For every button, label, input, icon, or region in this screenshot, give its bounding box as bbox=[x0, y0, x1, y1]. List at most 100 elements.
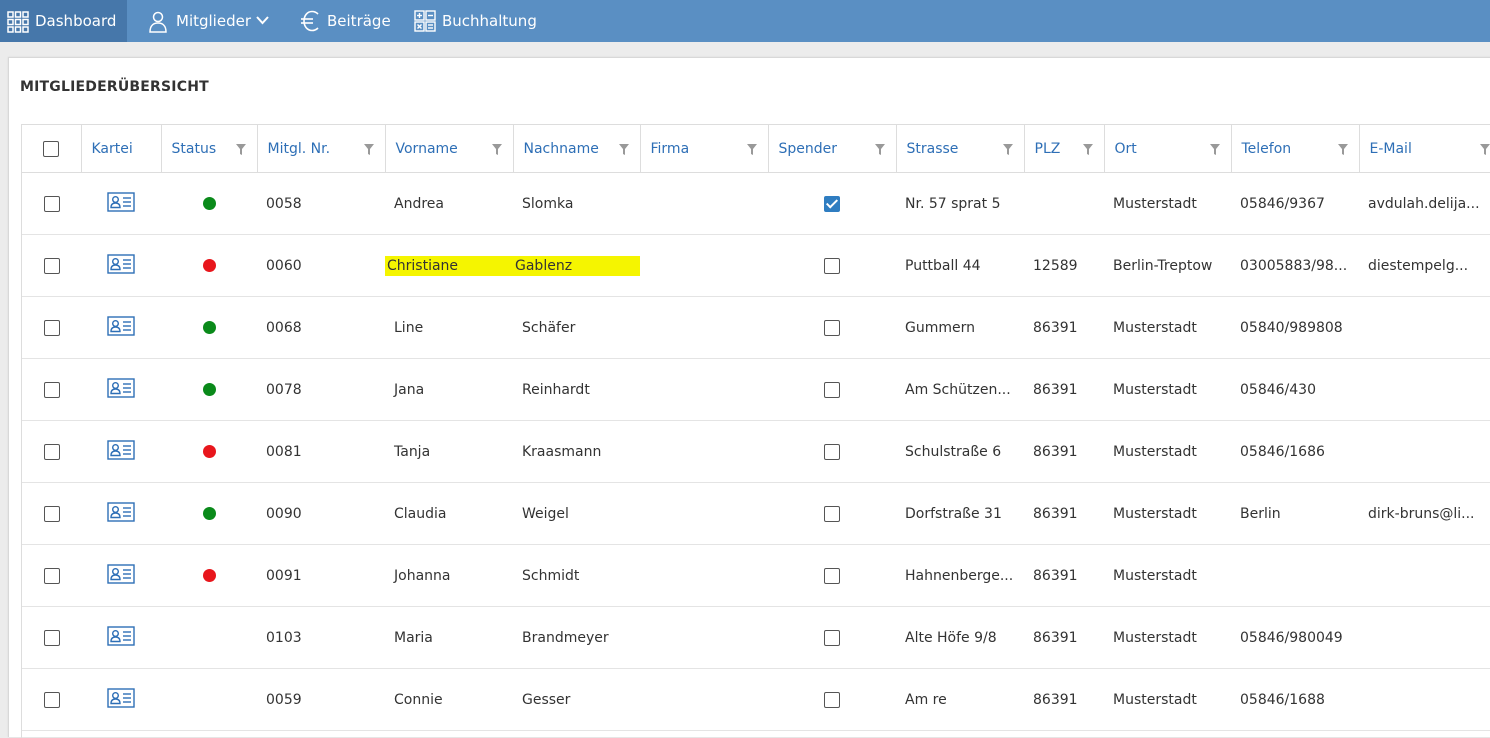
strasse-cell: Schulstraße 6 bbox=[896, 420, 1024, 483]
header-vorname[interactable]: Vorname bbox=[385, 125, 514, 173]
filter-icon[interactable] bbox=[874, 143, 885, 155]
plz-cell: 86391 bbox=[1024, 420, 1104, 483]
status-indicator bbox=[202, 321, 216, 334]
member-card-icon[interactable] bbox=[107, 191, 135, 216]
spender-checkbox[interactable] bbox=[824, 691, 840, 708]
firma-cell bbox=[640, 296, 768, 359]
nr-value: 0081 bbox=[266, 443, 302, 460]
status-cell bbox=[161, 234, 257, 297]
header-email[interactable]: E-Mail bbox=[1359, 125, 1490, 173]
header-spender[interactable]: Spender bbox=[768, 125, 897, 173]
row-select-checkbox[interactable] bbox=[43, 381, 60, 398]
spender-checkbox[interactable] bbox=[824, 195, 840, 212]
vorname-value: Maria bbox=[394, 629, 433, 646]
table-row[interactable]: 0060 Christiane Gablenz Puttball 44 1258… bbox=[22, 234, 1490, 297]
nav-buchhaltung[interactable]: Buchhaltung bbox=[405, 0, 545, 42]
member-card-icon[interactable] bbox=[107, 501, 135, 526]
row-select-checkbox[interactable] bbox=[43, 505, 60, 522]
spender-checkbox[interactable] bbox=[824, 505, 840, 522]
row-select-checkbox[interactable] bbox=[43, 319, 60, 336]
table-row[interactable]: 0091 Johanna Schmidt Hahnenberge... 8639… bbox=[22, 544, 1490, 607]
vorname-cell: Maria bbox=[385, 606, 513, 669]
member-card-icon[interactable] bbox=[107, 563, 135, 588]
filter-icon[interactable] bbox=[1082, 143, 1093, 155]
header-nachname[interactable]: Nachname bbox=[513, 125, 641, 173]
grid-icon bbox=[7, 11, 29, 33]
table-header-row: Kartei Status Mitgl. Nr. Vorname Nachnam… bbox=[22, 125, 1490, 173]
spender-checkbox[interactable] bbox=[824, 629, 840, 646]
spender-cell bbox=[768, 420, 896, 483]
table-body: 0058 Andrea Slomka Nr. 57 sprat 5 Muster… bbox=[22, 172, 1490, 731]
row-select-checkbox[interactable] bbox=[43, 257, 60, 274]
firma-cell bbox=[640, 358, 768, 421]
strasse-cell: Dorfstraße 31 bbox=[896, 482, 1024, 545]
row-select-checkbox[interactable] bbox=[43, 195, 60, 212]
table-row[interactable]: 0068 Line Schäfer Gummern 86391 Musterst… bbox=[22, 296, 1490, 359]
spender-checkbox[interactable] bbox=[824, 443, 840, 460]
spender-checkbox[interactable] bbox=[824, 319, 840, 336]
spender-checkbox[interactable] bbox=[824, 257, 840, 274]
table-row[interactable]: 0058 Andrea Slomka Nr. 57 sprat 5 Muster… bbox=[22, 172, 1490, 235]
filter-icon[interactable] bbox=[746, 143, 757, 155]
filter-icon[interactable] bbox=[1209, 143, 1220, 155]
row-select-checkbox[interactable] bbox=[43, 629, 60, 646]
nachname-value: Brandmeyer bbox=[522, 629, 609, 646]
filter-icon[interactable] bbox=[1337, 143, 1348, 155]
row-select-checkbox[interactable] bbox=[43, 443, 60, 460]
mitgl-nr-cell: 0090 bbox=[257, 482, 385, 545]
member-card-icon[interactable] bbox=[107, 253, 135, 278]
plz-value: 86391 bbox=[1033, 381, 1078, 398]
member-card-icon[interactable] bbox=[107, 377, 135, 402]
member-card-icon[interactable] bbox=[107, 439, 135, 464]
row-select-checkbox[interactable] bbox=[43, 567, 60, 584]
table-row[interactable]: 0103 Maria Brandmeyer Alte Höfe 9/8 8639… bbox=[22, 606, 1490, 669]
row-select-cell bbox=[22, 358, 81, 421]
member-card-icon[interactable] bbox=[107, 687, 135, 712]
filter-icon[interactable] bbox=[363, 143, 374, 155]
kartei-cell bbox=[81, 420, 161, 483]
spender-checkbox[interactable] bbox=[824, 567, 840, 584]
plz-value: 86391 bbox=[1033, 443, 1078, 460]
filter-icon[interactable] bbox=[1479, 143, 1490, 155]
email-cell bbox=[1359, 668, 1490, 731]
strasse-cell: Am re bbox=[896, 668, 1024, 731]
nav-buchhaltung-label: Buchhaltung bbox=[442, 12, 537, 30]
filter-icon[interactable] bbox=[235, 143, 246, 155]
nachname-value: Slomka bbox=[522, 195, 574, 212]
header-telefon[interactable]: Telefon bbox=[1231, 125, 1360, 173]
filter-icon[interactable] bbox=[618, 143, 629, 155]
header-plz[interactable]: PLZ bbox=[1024, 125, 1105, 173]
header-kartei[interactable]: Kartei bbox=[81, 125, 162, 173]
nav-beitraege[interactable]: Beiträge bbox=[292, 0, 400, 42]
nachname-cell: Weigel bbox=[513, 482, 640, 545]
nr-value: 0078 bbox=[266, 381, 302, 398]
filter-icon[interactable] bbox=[1002, 143, 1013, 155]
telefon-value: Berlin bbox=[1240, 505, 1281, 522]
header-ort[interactable]: Ort bbox=[1104, 125, 1232, 173]
table-row[interactable]: 0081 Tanja Kraasmann Schulstraße 6 86391… bbox=[22, 420, 1490, 483]
member-card-icon[interactable] bbox=[107, 315, 135, 340]
table-row[interactable]: 0059 Connie Gesser Am re 86391 Mustersta… bbox=[22, 668, 1490, 731]
table-row[interactable]: 0078 Jana Reinhardt Am Schützen... 86391… bbox=[22, 358, 1490, 421]
mitgl-nr-cell: 0060 bbox=[257, 234, 385, 297]
table-row[interactable]: 0090 Claudia Weigel Dorfstraße 31 86391 … bbox=[22, 482, 1490, 545]
nav-dashboard[interactable]: Dashboard bbox=[0, 0, 127, 42]
member-card-icon[interactable] bbox=[107, 625, 135, 650]
select-all-checkbox[interactable] bbox=[43, 140, 60, 157]
spender-checkbox[interactable] bbox=[824, 381, 840, 398]
header-firma[interactable]: Firma bbox=[640, 125, 769, 173]
header-status[interactable]: Status bbox=[161, 125, 258, 173]
filter-icon[interactable] bbox=[491, 143, 502, 155]
vorname-value: Christiane bbox=[385, 255, 513, 276]
email-cell bbox=[1359, 296, 1490, 359]
row-select-cell bbox=[22, 172, 81, 235]
header-strasse[interactable]: Strasse bbox=[896, 125, 1025, 173]
header-mitgl-nr[interactable]: Mitgl. Nr. bbox=[257, 125, 386, 173]
nav-mitglieder[interactable]: Mitglieder bbox=[140, 0, 280, 42]
email-cell bbox=[1359, 606, 1490, 669]
row-select-checkbox[interactable] bbox=[43, 691, 60, 708]
plz-cell: 86391 bbox=[1024, 544, 1104, 607]
kartei-cell bbox=[81, 358, 161, 421]
status-indicator bbox=[202, 445, 216, 458]
plz-value: 86391 bbox=[1033, 319, 1078, 336]
